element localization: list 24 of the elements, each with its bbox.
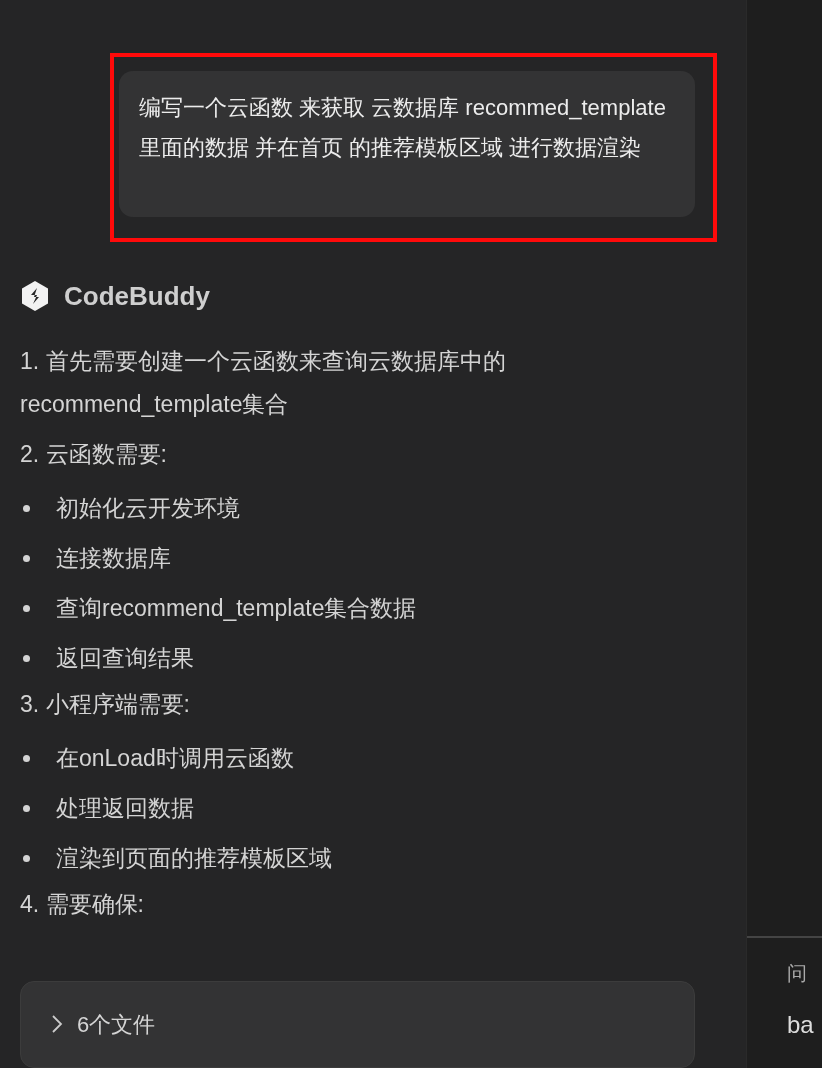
list-item: 渲染到页面的推荐模板区域: [56, 843, 332, 873]
list-item: 3. 小程序端需要:: [20, 690, 191, 719]
list-item: 1. 首先需要创建一个云函数来查询云数据库中的recommend_template集合: [20, 347, 507, 419]
list-item: 2. 云函数需要:: [20, 440, 168, 469]
bullet-icon: [23, 604, 30, 612]
bullet-icon: [23, 504, 30, 512]
files-toggle[interactable]: 6个文件: [20, 980, 695, 1068]
list-item: 连接数据库: [56, 543, 171, 573]
list-item: 返回查询结果: [56, 643, 194, 673]
list-item: 4. 需要确保:: [20, 890, 145, 919]
panel-text: ba: [787, 1011, 815, 1039]
logo-icon: [20, 280, 50, 312]
assistant-name: CodeBuddy: [64, 280, 210, 312]
user-message: 编写一个云函数 来获取 云数据库 recommed_template 里面的数据 并在首页 的推荐模板区域 进行数据渲染: [119, 71, 695, 217]
list-item: 查询recommend_template集合数据: [56, 593, 417, 623]
bullet-icon: [23, 554, 30, 562]
bullet-icon: [23, 804, 30, 812]
list-item: 在onLoad时调用云函数: [56, 743, 294, 773]
bullet-icon: [23, 754, 30, 762]
panel-tab[interactable]: 问: [787, 960, 822, 987]
list-item: 处理返回数据: [56, 793, 194, 823]
bullet-icon: [23, 854, 30, 862]
bullet-icon: [23, 654, 30, 662]
list-item: 初始化云开发环境: [56, 493, 240, 523]
